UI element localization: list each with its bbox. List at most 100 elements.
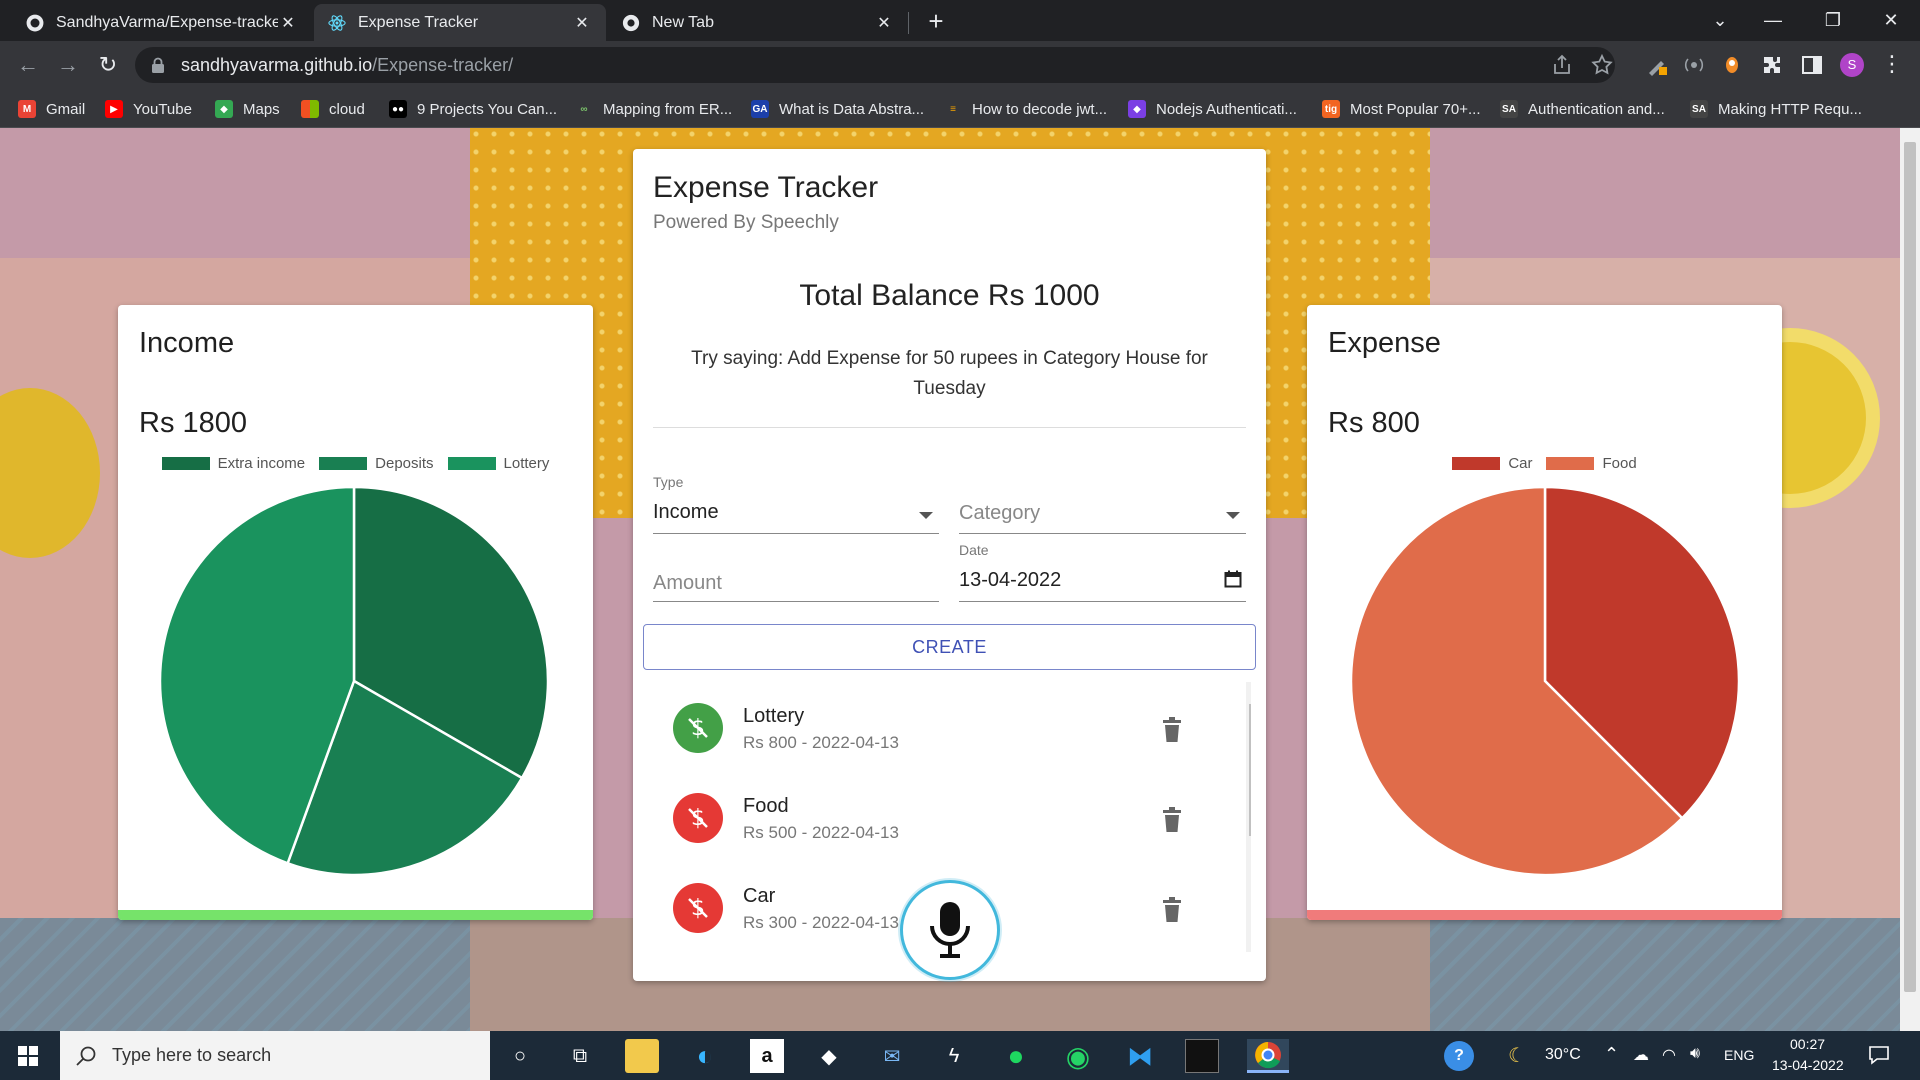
side-panel-icon[interactable] xyxy=(1800,53,1824,77)
more-vert-icon[interactable]: ⋮ xyxy=(1880,53,1904,77)
wifi-icon[interactable]: ◠ xyxy=(1662,1045,1676,1065)
volume-icon[interactable]: 🔊︎ xyxy=(1690,1045,1700,1063)
bookmark-mapping-er[interactable]: ∞ Mapping from ER... xyxy=(575,96,732,122)
calendar-icon[interactable] xyxy=(1224,570,1242,588)
extension-pen-icon[interactable] xyxy=(1645,53,1669,77)
extension-orange-icon[interactable] xyxy=(1720,53,1744,77)
divider xyxy=(653,427,1246,428)
scrollbar-thumb[interactable] xyxy=(1904,142,1916,992)
windows-start-icon[interactable] xyxy=(18,1046,38,1066)
tab-separator xyxy=(908,12,909,34)
medium-icon: ●● xyxy=(389,100,407,118)
weather-moon-icon[interactable]: ☾ xyxy=(1508,1043,1526,1068)
bookmark-nodejs-auth[interactable]: ◆ Nodejs Authenticati... xyxy=(1128,96,1297,122)
bookmark-http-requests[interactable]: SA Making HTTP Requ... xyxy=(1690,96,1862,122)
bookmark-decode-jwt[interactable]: ≡ How to decode jwt... xyxy=(944,96,1107,122)
profile-avatar[interactable]: S xyxy=(1840,53,1864,77)
bookmark-label: Making HTTP Requ... xyxy=(1718,100,1862,118)
back-arrow-icon[interactable]: ← xyxy=(14,51,42,79)
terminal-icon[interactable] xyxy=(1185,1039,1219,1073)
star-icon[interactable] xyxy=(1590,53,1614,77)
bookmark-cloud[interactable]: cloud xyxy=(301,96,365,122)
page-scrollbar[interactable] xyxy=(1900,128,1920,1031)
task-view-icon[interactable]: ⧉ xyxy=(563,1039,597,1073)
window-close-icon[interactable]: ✕ xyxy=(1868,4,1914,36)
sa-icon: SA xyxy=(1690,100,1708,118)
whatsapp-icon[interactable]: ◉ xyxy=(1061,1039,1095,1073)
money-off-icon: $ xyxy=(673,703,723,753)
category-select[interactable]: Category xyxy=(959,474,1246,534)
bookmark-label: 9 Projects You Can... xyxy=(417,100,558,118)
bookmark-popular-70[interactable]: tig Most Popular 70+... xyxy=(1322,96,1481,122)
chrome-icon xyxy=(622,14,640,31)
list-item[interactable]: $ Food Rs 500 - 2022-04-13 xyxy=(653,772,1223,862)
amount-input[interactable]: Amount xyxy=(653,544,939,602)
minimize-icon[interactable]: — xyxy=(1750,4,1796,36)
legend-item-extra-income[interactable]: Extra income xyxy=(161,455,305,472)
bookmark-label: YouTube xyxy=(133,100,192,118)
dropbox-icon[interactable]: ◆ xyxy=(812,1039,846,1073)
file-explorer-icon[interactable] xyxy=(625,1039,659,1073)
legend-item-food[interactable]: Food xyxy=(1546,455,1637,472)
bookmark-youtube[interactable]: ▶ YouTube xyxy=(105,96,192,122)
language-indicator[interactable]: ENG xyxy=(1724,1047,1754,1063)
taskbar-search-box[interactable]: Type here to search xyxy=(60,1031,490,1080)
url-path: /Expense-tracker/ xyxy=(372,54,514,75)
transaction-name: Food xyxy=(743,795,789,817)
spotify-icon[interactable]: ● xyxy=(999,1039,1033,1073)
legend-swatch xyxy=(319,457,368,470)
legend-swatch xyxy=(1546,457,1595,470)
legend-item-deposits[interactable]: Deposits xyxy=(319,455,434,472)
bookmark-9-projects[interactable]: ●● 9 Projects You Can... xyxy=(389,96,557,122)
forward-arrow-icon[interactable]: → xyxy=(54,51,82,79)
close-icon[interactable]: ✕ xyxy=(874,13,894,33)
bookmark-data-abstraction[interactable]: GA What is Data Abstra... xyxy=(751,96,924,122)
help-icon[interactable]: ? xyxy=(1444,1041,1474,1071)
close-icon[interactable]: ✕ xyxy=(572,13,592,33)
tab-search-chevron-icon[interactable]: ⌄ xyxy=(1697,4,1743,36)
tab-new-tab[interactable]: New Tab ✕ xyxy=(608,4,908,41)
clock-time[interactable]: 00:27 xyxy=(1790,1036,1825,1052)
extension-broadcast-icon[interactable] xyxy=(1682,53,1706,77)
share-icon[interactable] xyxy=(1550,53,1574,77)
tray-chevron-up-icon[interactable]: ⌃ xyxy=(1604,1044,1619,1065)
expense-tracker-card: Expense Tracker Powered By Speechly Tota… xyxy=(633,149,1266,981)
scrollbar-thumb[interactable] xyxy=(1249,704,1251,836)
app-icon[interactable]: ϟ xyxy=(937,1039,971,1073)
chrome-taskbar-icon[interactable] xyxy=(1247,1039,1289,1073)
microphone-button[interactable] xyxy=(900,880,1000,980)
legend-item-car[interactable]: Car xyxy=(1452,455,1532,472)
microsoft-icon xyxy=(301,100,319,118)
edge-icon[interactable]: ◐ xyxy=(688,1039,722,1073)
date-input[interactable]: Date 13-04-2022 xyxy=(959,542,1246,602)
mail-icon[interactable]: ✉ xyxy=(875,1039,909,1073)
bookmark-maps[interactable]: ◆ Maps xyxy=(215,96,280,122)
legend-item-lottery[interactable]: Lottery xyxy=(447,455,549,472)
type-select[interactable]: Type Income xyxy=(653,474,939,534)
bookmark-authentication[interactable]: SA Authentication and... xyxy=(1500,96,1665,122)
tab-expense-tracker[interactable]: Expense Tracker ✕ xyxy=(314,4,606,41)
create-button[interactable]: CREATE xyxy=(643,624,1256,670)
clock-date[interactable]: 13-04-2022 xyxy=(1772,1057,1844,1073)
list-item[interactable]: $ Lottery Rs 800 - 2022-04-13 xyxy=(653,682,1223,772)
tab-github[interactable]: SandhyaVarma/Expense-tracker: ✕ xyxy=(12,4,312,41)
cortana-icon[interactable]: ○ xyxy=(503,1039,537,1073)
onedrive-icon[interactable]: ☁ xyxy=(1633,1045,1649,1065)
amazon-icon[interactable]: a xyxy=(750,1039,784,1073)
delete-icon[interactable] xyxy=(1161,807,1183,833)
list-scrollbar[interactable] xyxy=(1246,682,1251,952)
delete-icon[interactable] xyxy=(1161,897,1183,923)
background-photo xyxy=(0,128,470,258)
reload-icon[interactable]: ↻ xyxy=(94,51,122,79)
bookmark-gmail[interactable]: M Gmail xyxy=(18,96,85,122)
extensions-puzzle-icon[interactable] xyxy=(1760,53,1784,77)
address-bar[interactable]: sandhyavarma.github.io/Expense-tracker/ xyxy=(135,47,1615,83)
new-tab-button[interactable]: + xyxy=(922,8,950,36)
legend-label: Food xyxy=(1602,455,1637,472)
vscode-icon[interactable]: ⧓ xyxy=(1123,1039,1157,1073)
notifications-icon[interactable] xyxy=(1868,1045,1890,1065)
restore-icon[interactable]: ❐ xyxy=(1810,4,1856,36)
temperature[interactable]: 30°C xyxy=(1545,1046,1581,1064)
close-icon[interactable]: ✕ xyxy=(278,13,298,33)
delete-icon[interactable] xyxy=(1161,717,1183,743)
